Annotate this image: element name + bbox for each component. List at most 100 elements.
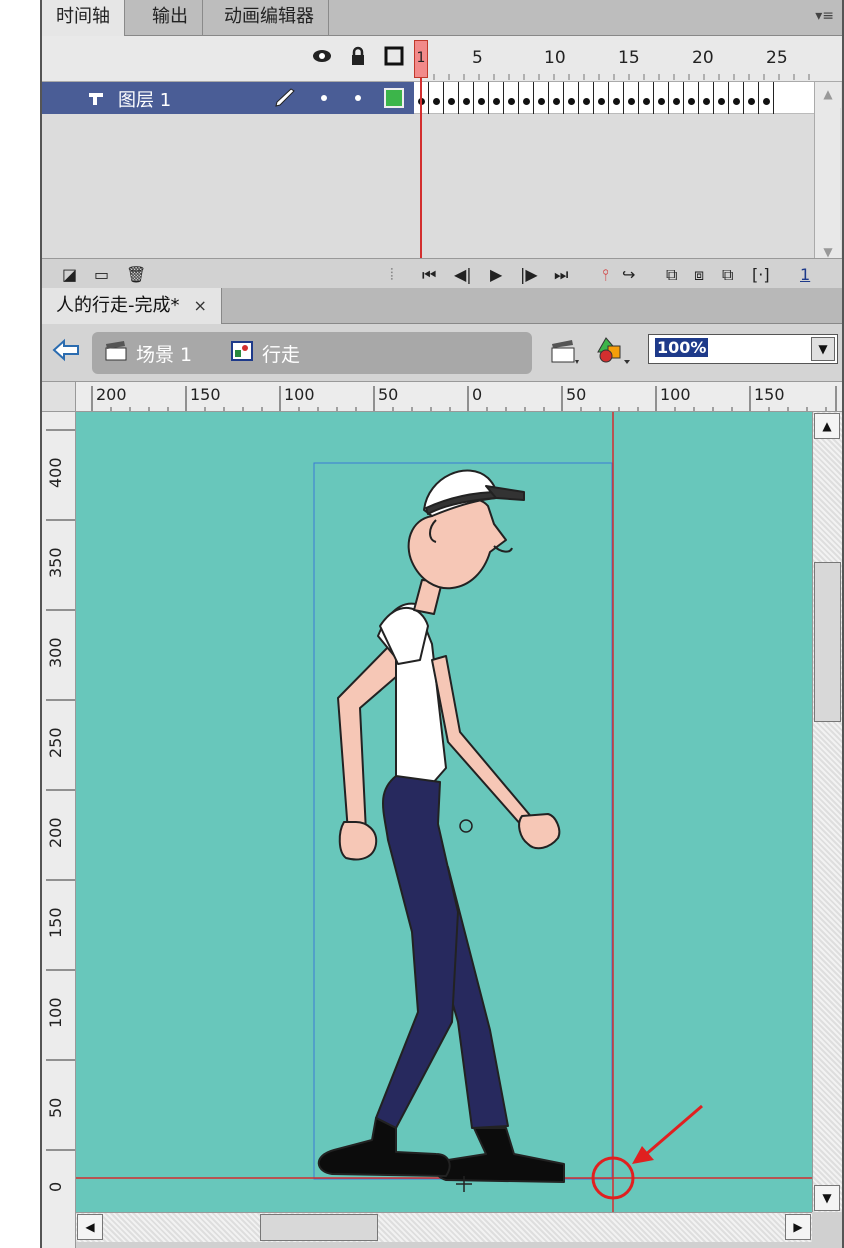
edit-symbols-icon[interactable]	[594, 334, 634, 366]
playhead[interactable]: 1	[414, 40, 428, 78]
onion-skin-outline-icon[interactable]: ⧈	[694, 265, 704, 285]
transform-point	[459, 819, 473, 833]
stage-vertical-scrollbar[interactable]: ▲ ▼	[812, 412, 842, 1212]
layer-icon	[89, 93, 103, 105]
new-layer-icon[interactable]: ◪	[62, 265, 77, 284]
keyframe-cell[interactable]	[594, 82, 609, 114]
center-frame-icon[interactable]: ⫯	[602, 265, 609, 285]
breadcrumb-scene[interactable]: 场景 1	[136, 340, 192, 367]
close-icon[interactable]: ×	[194, 296, 207, 315]
keyframe-cell[interactable]	[564, 82, 579, 114]
resize-grip-icon[interactable]: ⦙	[390, 265, 394, 285]
ruler-label: 0	[472, 385, 483, 404]
keyframe-cell[interactable]	[444, 82, 459, 114]
keyframe-cell[interactable]	[714, 82, 729, 114]
playhead-line	[420, 78, 422, 266]
vertical-scroll-thumb[interactable]	[814, 562, 841, 722]
walking-man-symbol	[317, 469, 565, 1183]
keyframe-cell[interactable]	[654, 82, 669, 114]
keyframe-cell[interactable]	[639, 82, 654, 114]
keyframe-cell[interactable]	[534, 82, 549, 114]
modify-onion-markers-icon[interactable]: [·]	[752, 265, 770, 284]
keyframe-cell[interactable]	[744, 82, 759, 114]
edit-multiple-frames-icon[interactable]: ⧉	[722, 265, 733, 285]
timeline-scrollbar[interactable]: ▲ ▼	[814, 82, 841, 266]
zoom-combobox[interactable]: 100% ▼	[648, 334, 838, 364]
keyframe-dot	[463, 98, 470, 105]
tab-motion-editor[interactable]: 动画编辑器	[210, 0, 329, 36]
keyframe-cell[interactable]	[504, 82, 519, 114]
keyframe-cell[interactable]	[579, 82, 594, 114]
keyframe-cell[interactable]	[489, 82, 504, 114]
lock-dot[interactable]	[355, 95, 361, 101]
tab-timeline[interactable]: 时间轴	[42, 0, 125, 37]
keyframe-cell[interactable]	[759, 82, 774, 114]
ruler-label: 50	[46, 1097, 65, 1118]
keyframe-cell[interactable]	[474, 82, 489, 114]
step-back-icon[interactable]: ◀|	[454, 265, 472, 284]
frame-ruler[interactable]: 5 10 15 20 25	[414, 36, 814, 82]
breadcrumb-symbol[interactable]: 行走	[262, 340, 300, 367]
keyframe-dot	[568, 98, 575, 105]
scroll-right-arrow-icon[interactable]: ▶	[785, 1214, 811, 1240]
step-forward-icon[interactable]: |▶	[520, 265, 538, 284]
onion-skin-icon[interactable]: ⧉	[666, 265, 677, 285]
scroll-up-arrow-icon[interactable]: ▲	[815, 82, 841, 108]
keyframe-cell[interactable]	[549, 82, 564, 114]
keyframe-cell[interactable]	[699, 82, 714, 114]
back-arrow-icon[interactable]	[52, 338, 80, 362]
ruler-label: 150	[754, 385, 785, 404]
keyframe-dot	[658, 98, 665, 105]
ruler-label: 150	[46, 907, 65, 938]
stage-canvas[interactable]	[76, 412, 812, 1212]
keyframe-cell[interactable]	[729, 82, 744, 114]
outline-color-swatch[interactable]	[384, 88, 404, 108]
panel-tab-bar: 时间轴 输出 动画编辑器 ▾≡	[42, 0, 842, 37]
tab-output[interactable]: 输出	[138, 0, 203, 36]
keyframe-cell[interactable]	[519, 82, 534, 114]
ruler-label: 250	[46, 727, 65, 758]
horizontal-scroll-thumb[interactable]	[260, 1214, 378, 1241]
go-to-last-frame-icon[interactable]: ⏭	[554, 265, 568, 285]
trash-icon[interactable]: 🗑	[126, 265, 146, 284]
front-arm	[431, 655, 535, 827]
keyframe-dot	[733, 98, 740, 105]
panel-menu-icon[interactable]: ▾≡	[815, 8, 834, 24]
chevron-down-icon[interactable]: ▼	[811, 337, 835, 361]
scroll-left-arrow-icon[interactable]: ◀	[77, 1214, 103, 1240]
keyframe-dot	[553, 98, 560, 105]
visibility-dot[interactable]	[321, 95, 327, 101]
edit-scene-icon[interactable]	[548, 336, 582, 366]
keyframe-cell[interactable]	[459, 82, 474, 114]
ruler-label: 100	[46, 997, 65, 1028]
outline-icon[interactable]	[384, 46, 404, 66]
stage-horizontal-scrollbar[interactable]: ◀ ▶	[76, 1212, 812, 1242]
current-frame-readout: 1	[800, 265, 811, 284]
scroll-down-arrow-icon[interactable]: ▼	[814, 1185, 840, 1211]
ruler-label: 350	[46, 547, 65, 578]
keyframe-cell[interactable]	[429, 82, 444, 114]
scroll-up-arrow-icon[interactable]: ▲	[814, 413, 840, 439]
loop-icon[interactable]: ↪	[622, 265, 635, 284]
zoom-value[interactable]: 100%	[655, 338, 709, 357]
stage-area: 200 150 100 50 0 50 100 150 400 350 300 …	[42, 382, 842, 1248]
keyframe-cell[interactable]	[609, 82, 624, 114]
document-title: 人的行走-完成*	[56, 295, 180, 316]
document-tab[interactable]: 人的行走-完成* ×	[42, 288, 222, 325]
go-to-first-frame-icon[interactable]: ⏮	[422, 265, 436, 285]
ruler-label: 150	[190, 385, 221, 404]
layer-row[interactable]: 图层 1	[42, 82, 414, 114]
keyframe-cell[interactable]	[624, 82, 639, 114]
layer-name[interactable]: 图层 1	[118, 86, 171, 112]
keyframe-dot	[748, 98, 755, 105]
keyframe-dot	[703, 98, 710, 105]
new-folder-icon[interactable]: ▭	[94, 265, 109, 284]
ruler-label: 50	[378, 385, 399, 404]
play-icon[interactable]: ▶	[490, 265, 502, 284]
eye-icon[interactable]	[312, 46, 332, 66]
frames-row[interactable]	[414, 82, 814, 114]
keyframe-cell[interactable]	[669, 82, 684, 114]
ruler-label: 100	[284, 385, 315, 404]
keyframe-cell[interactable]	[684, 82, 699, 114]
lock-icon[interactable]	[348, 46, 368, 66]
